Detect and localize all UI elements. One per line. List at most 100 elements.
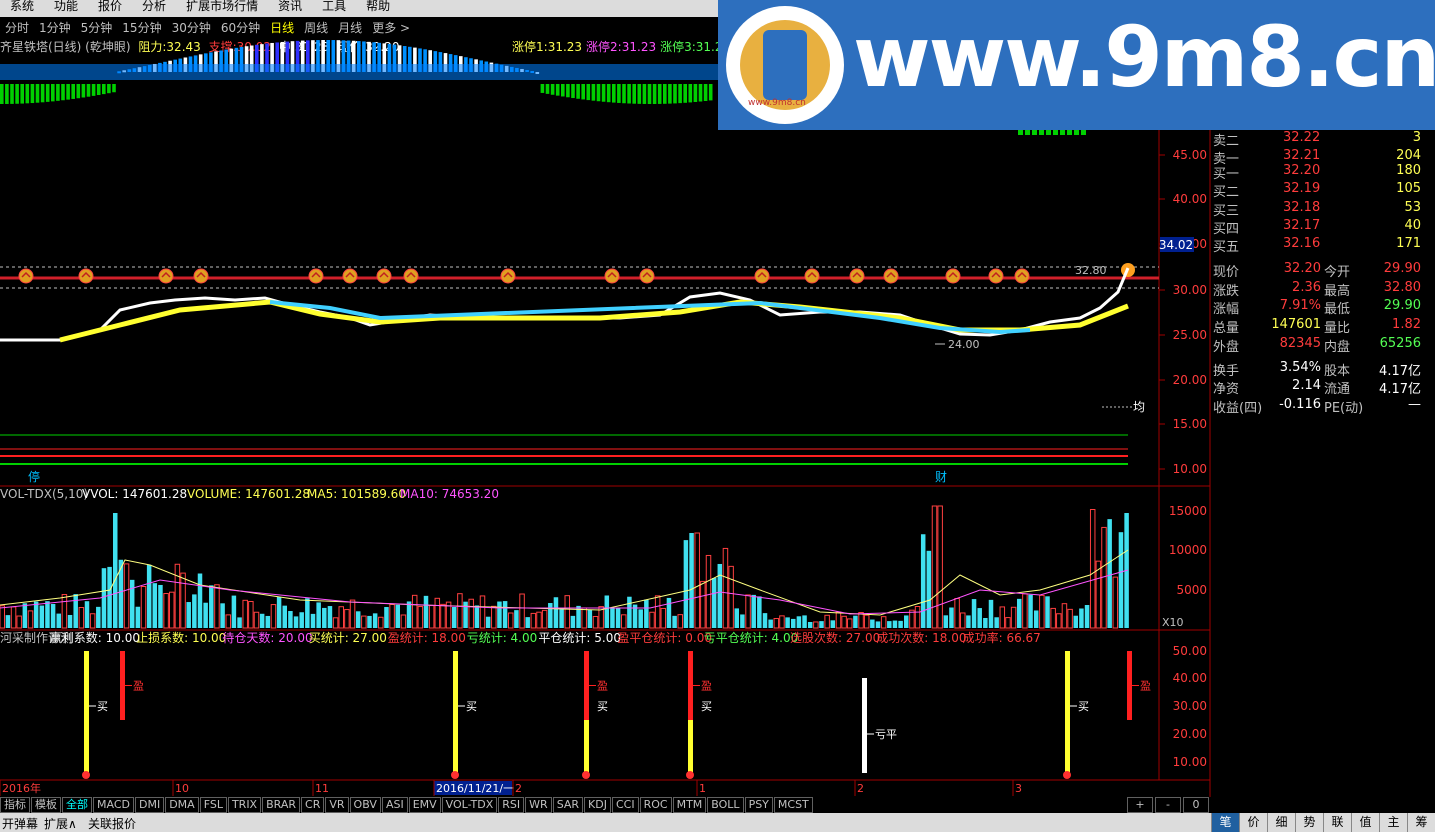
coin-marker-icon xyxy=(78,268,94,284)
vol-bar xyxy=(785,617,790,628)
tab-control-0[interactable]: + xyxy=(1127,797,1153,813)
logo-small-url: www.9m8.cn xyxy=(748,98,806,108)
indicator-tab-21[interactable]: MTM xyxy=(672,797,707,813)
indicator-tab-9[interactable]: CR xyxy=(301,797,325,813)
vol-bar xyxy=(994,617,999,628)
vol-bar xyxy=(1112,576,1119,629)
indicator-tab-5[interactable]: DMA xyxy=(165,797,199,813)
indicator-tab-3[interactable]: MACD xyxy=(93,797,134,813)
buy-signal-bar xyxy=(1065,651,1070,773)
right-tab-4[interactable]: 联 xyxy=(1323,813,1351,832)
profit-signal-bar xyxy=(688,651,693,720)
stat-value-a-6: 2.14 xyxy=(1292,378,1321,394)
vol-bar xyxy=(96,606,101,628)
coin-marker-icon xyxy=(308,268,324,284)
vol-bar xyxy=(56,613,61,628)
vol-bar xyxy=(332,617,339,629)
coin-marker-icon xyxy=(158,268,174,284)
band-bar xyxy=(571,84,575,99)
time-axis-label: 10 xyxy=(175,782,189,795)
stat-row-6: 净资 2.14 流通 4.17亿 xyxy=(1211,378,1435,397)
vol-bar xyxy=(27,610,34,629)
buy-row-4: 买五 32.16 171 xyxy=(1211,236,1435,255)
bottom-item-2[interactable]: 关联报价 xyxy=(88,815,136,832)
indicator-tab-16[interactable]: WR xyxy=(525,797,552,813)
indicator-tab-22[interactable]: BOLL xyxy=(707,797,744,813)
vol-bar xyxy=(954,597,960,629)
vol-bar xyxy=(717,563,723,628)
stat-value-b-1: 32.80 xyxy=(1383,279,1421,295)
indicator-tab-4[interactable]: DMI xyxy=(134,797,165,813)
vol-bar xyxy=(411,594,418,629)
time-axis-label: 11 xyxy=(315,782,329,795)
right-tab-5[interactable]: 值 xyxy=(1351,813,1379,832)
right-tab-1[interactable]: 价 xyxy=(1239,813,1267,832)
indicator-tab-12[interactable]: ASI xyxy=(381,797,408,813)
vol-bar xyxy=(118,559,124,628)
bottom-item-1[interactable]: 扩展∧ xyxy=(44,815,77,832)
price-axis-label: 25.00 xyxy=(1173,328,1207,342)
indicator-tab-2[interactable]: 全部 xyxy=(62,797,92,813)
indicator-tab-11[interactable]: OBV xyxy=(349,797,381,813)
vol-bar xyxy=(468,598,474,629)
band-bar xyxy=(45,84,50,102)
buy-signal-label: 买 xyxy=(597,700,608,713)
band-bar xyxy=(652,84,657,104)
indicator-tab-0[interactable]: 指标 xyxy=(0,797,30,813)
coin-marker-icon xyxy=(500,268,516,284)
vol-bar xyxy=(841,615,847,629)
vol-volume: VOLUME: 147601.28 xyxy=(187,487,310,501)
vol-bar xyxy=(530,612,537,629)
profit-signal-bar xyxy=(1127,651,1132,720)
eval-axis-label: 30.00 xyxy=(1173,699,1207,713)
buy-signal-dot-icon xyxy=(582,771,590,779)
vol-bar xyxy=(621,614,627,629)
vol-bar xyxy=(581,607,587,629)
coin-marker-icon xyxy=(754,268,770,284)
buy-row-2-label: 买三 xyxy=(1213,203,1240,219)
right-tab-0[interactable]: 笔 xyxy=(1211,813,1239,832)
right-tab-3[interactable]: 势 xyxy=(1295,813,1323,832)
indicator-tab-bar: 指标 模板 全部 MACD DMI DMA FSL TRIX BRAR CR VR OBV ASI EMV… xyxy=(0,797,1210,813)
watermark-logo: www.9m8.cn www.9m8.cn xyxy=(718,0,1435,130)
indicator-tab-13[interactable]: EMV xyxy=(408,797,441,813)
vol-bar xyxy=(672,615,677,628)
right-tab-2[interactable]: 细 xyxy=(1267,813,1295,832)
indicator-tab-19[interactable]: CCI xyxy=(611,797,639,813)
indicator-tab-23[interactable]: PSY xyxy=(744,797,773,813)
vol-bar xyxy=(78,607,85,629)
indicator-tab-6[interactable]: FSL xyxy=(199,797,227,813)
vol-bar xyxy=(1056,613,1062,629)
vol-bar xyxy=(819,621,824,628)
profit-signal-bar-base xyxy=(584,720,589,773)
band-bar xyxy=(540,84,545,93)
indicator-tab-14[interactable]: VOL-TDX xyxy=(441,797,498,813)
band-bar xyxy=(688,84,693,103)
vol-bar xyxy=(140,586,147,629)
indicator-tab-1[interactable]: 模板 xyxy=(31,797,61,813)
time-axis-label: 2 xyxy=(515,782,522,795)
indicator-tab-15[interactable]: RSI xyxy=(498,797,525,813)
vol-bar xyxy=(372,613,378,628)
right-tab-6[interactable]: 主 xyxy=(1379,813,1407,832)
right-tab-7[interactable]: 筹 xyxy=(1407,813,1435,832)
eval-stat-12: 成功率: 66.67 xyxy=(963,630,1041,645)
tab-control-2[interactable]: 0 xyxy=(1183,797,1209,813)
coin-marker-icon xyxy=(849,268,865,284)
indicator-tab-17[interactable]: SAR xyxy=(552,797,584,813)
indicator-tab-7[interactable]: TRIX xyxy=(227,797,262,813)
vol-bar xyxy=(101,568,107,628)
tab-control-1[interactable]: - xyxy=(1155,797,1181,813)
indicator-tab-10[interactable]: VR xyxy=(325,797,349,813)
profit-signal-label: 盈 xyxy=(1140,680,1151,693)
indicator-tab-24[interactable]: MCST xyxy=(773,797,813,813)
indicator-tab-8[interactable]: BRAR xyxy=(262,797,301,813)
stat-label-a-4: 外盘 xyxy=(1213,339,1240,355)
buy-row-3-vol: 40 xyxy=(1404,217,1421,233)
indicator-tab-20[interactable]: ROC xyxy=(639,797,672,813)
vol-bar xyxy=(570,615,576,628)
vol-bar xyxy=(434,597,441,629)
bottom-item-0[interactable]: 开弹幕 xyxy=(2,815,38,832)
band-bar xyxy=(673,84,677,104)
indicator-tab-18[interactable]: KDJ xyxy=(584,797,611,813)
